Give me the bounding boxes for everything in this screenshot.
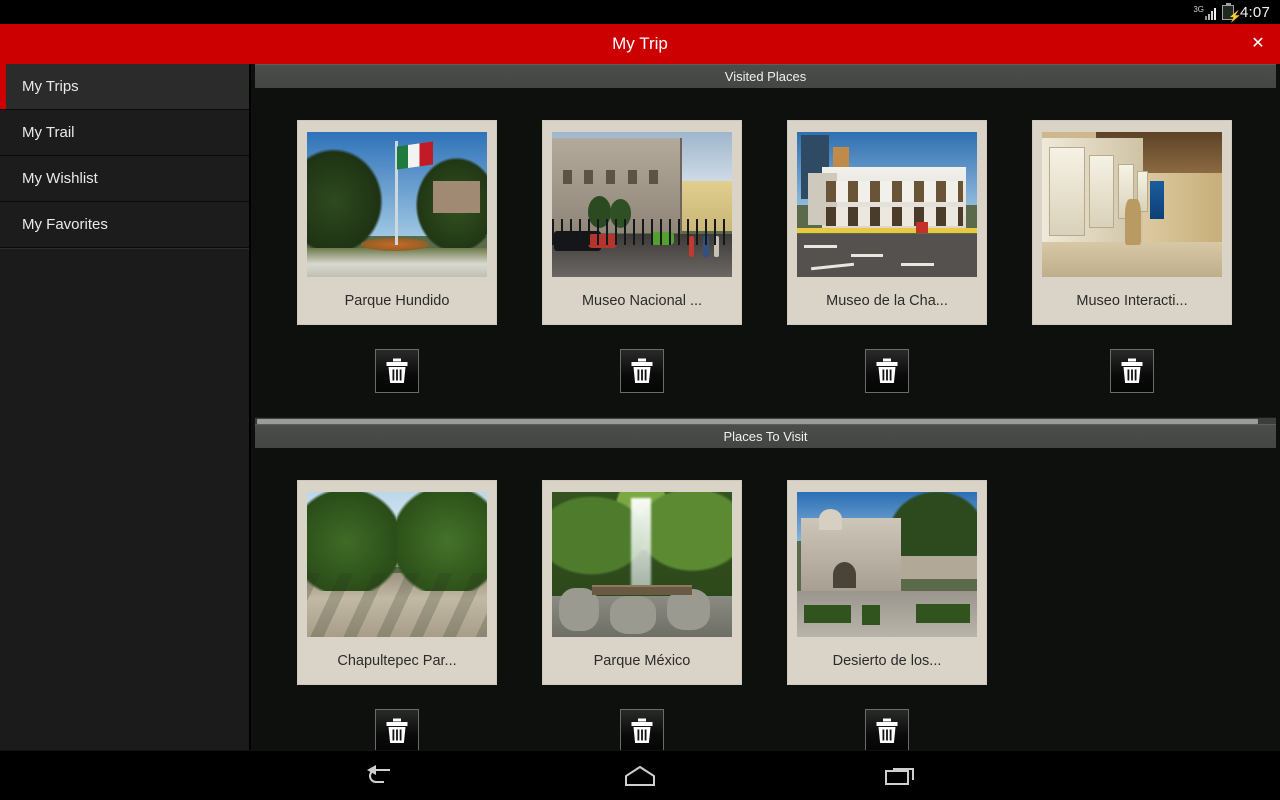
sidebar: My Trips My Trail My Wishlist My Favorit… [0, 64, 251, 750]
museo-interactivo-photo [1042, 132, 1222, 277]
delete-button[interactable] [375, 349, 419, 393]
app-title-bar: My Trip ✕ [0, 24, 1280, 64]
sidebar-empty-area [0, 248, 249, 750]
app-window: 3G ⚡ 4:07 My Trip ✕ My Trips My Trail My… [0, 0, 1280, 800]
place-caption: Desierto de los... [832, 653, 942, 669]
page-title: My Trip [612, 34, 668, 53]
place-card[interactable]: Museo de la Cha... [787, 120, 987, 325]
close-icon[interactable]: ✕ [1244, 30, 1272, 58]
section-title: Places To Visit [723, 429, 808, 444]
card-col: Chapultepec Par... [297, 480, 497, 750]
trash-icon [386, 718, 408, 743]
delete-wrap [1032, 349, 1232, 393]
recent-apps-icon[interactable] [870, 756, 930, 796]
trash-icon [876, 358, 898, 383]
delete-button[interactable] [1110, 349, 1154, 393]
place-caption: Museo Interacti... [1076, 293, 1188, 309]
sidebar-item-label: My Wishlist [22, 170, 98, 187]
parque-mexico-photo [552, 492, 732, 637]
sidebar-item-my-trips[interactable]: My Trips [0, 64, 249, 110]
delete-button[interactable] [620, 709, 664, 750]
trash-icon [1121, 358, 1143, 383]
trash-icon [386, 358, 408, 383]
place-card[interactable]: Parque México [542, 480, 742, 685]
place-card[interactable]: Chapultepec Par... [297, 480, 497, 685]
place-caption: Chapultepec Par... [337, 653, 457, 669]
android-nav-bar [0, 750, 1280, 800]
sidebar-item-my-wishlist[interactable]: My Wishlist [0, 156, 249, 202]
sidebar-item-label: My Favorites [22, 216, 108, 233]
content-area: Visited Places Parque Hundido Museo Naci… [251, 64, 1280, 750]
delete-button[interactable] [620, 349, 664, 393]
sidebar-item-my-trail[interactable]: My Trail [0, 110, 249, 156]
section-title: Visited Places [724, 69, 807, 84]
desierto-de-los-leones-photo [797, 492, 977, 637]
delete-button[interactable] [865, 709, 909, 750]
home-icon[interactable] [610, 756, 670, 796]
card-col: Museo Interacti... [1032, 120, 1232, 393]
delete-wrap [542, 709, 742, 750]
signal-strength-icon [1205, 7, 1216, 20]
place-caption: Museo Nacional ... [581, 293, 703, 309]
delete-button[interactable] [375, 709, 419, 750]
sidebar-item-label: My Trips [22, 78, 79, 95]
place-card[interactable]: Museo Nacional ... [542, 120, 742, 325]
section-places-to-visit: Places To Visit Chapultepec Par... Parqu… [251, 417, 1280, 750]
status-clock: 4:07 [1240, 3, 1270, 21]
card-col: Museo de la Cha... [787, 120, 987, 393]
card-row-places-to-visit: Chapultepec Par... Parque México Desiert… [251, 448, 1280, 750]
delete-wrap [787, 349, 987, 393]
place-card[interactable]: Desierto de los... [787, 480, 987, 685]
trash-icon [631, 358, 653, 383]
card-col: Desierto de los... [787, 480, 987, 750]
delete-wrap [787, 709, 987, 750]
card-col: Parque Hundido [297, 120, 497, 393]
signal-bars-icon: 3G [1193, 5, 1216, 20]
place-caption: Museo de la Cha... [826, 293, 948, 309]
horizontal-scrollbar[interactable] [255, 417, 1276, 424]
parque-hundido-photo [307, 132, 487, 277]
place-caption: Parque México [593, 653, 691, 669]
delete-button[interactable] [865, 349, 909, 393]
delete-wrap [297, 709, 497, 750]
section-header-visited-places: Visited Places [255, 64, 1276, 88]
trash-icon [876, 718, 898, 743]
museo-de-la-charreria-photo [797, 132, 977, 277]
delete-wrap [297, 349, 497, 393]
battery-charging-icon: ⚡ [1222, 2, 1242, 23]
network-type-label: 3G [1193, 4, 1204, 14]
back-icon[interactable] [350, 756, 410, 796]
chapultepec-park-photo [307, 492, 487, 637]
place-card[interactable]: Parque Hundido [297, 120, 497, 325]
card-row-visited-places: Parque Hundido Museo Nacional ... Museo … [251, 88, 1280, 393]
android-status-bar: 3G ⚡ 4:07 [0, 0, 1280, 24]
section-visited-places: Visited Places Parque Hundido Museo Naci… [251, 64, 1280, 393]
museo-nacional-photo [552, 132, 732, 277]
sidebar-item-my-favorites[interactable]: My Favorites [0, 202, 249, 248]
place-caption: Parque Hundido [344, 293, 450, 309]
card-col: Parque México [542, 480, 742, 750]
delete-wrap [542, 349, 742, 393]
trash-icon [631, 718, 653, 743]
main-body: My Trips My Trail My Wishlist My Favorit… [0, 64, 1280, 750]
sidebar-item-label: My Trail [22, 124, 75, 141]
card-col: Museo Nacional ... [542, 120, 742, 393]
place-card[interactable]: Museo Interacti... [1032, 120, 1232, 325]
section-header-places-to-visit: Places To Visit [255, 424, 1276, 448]
